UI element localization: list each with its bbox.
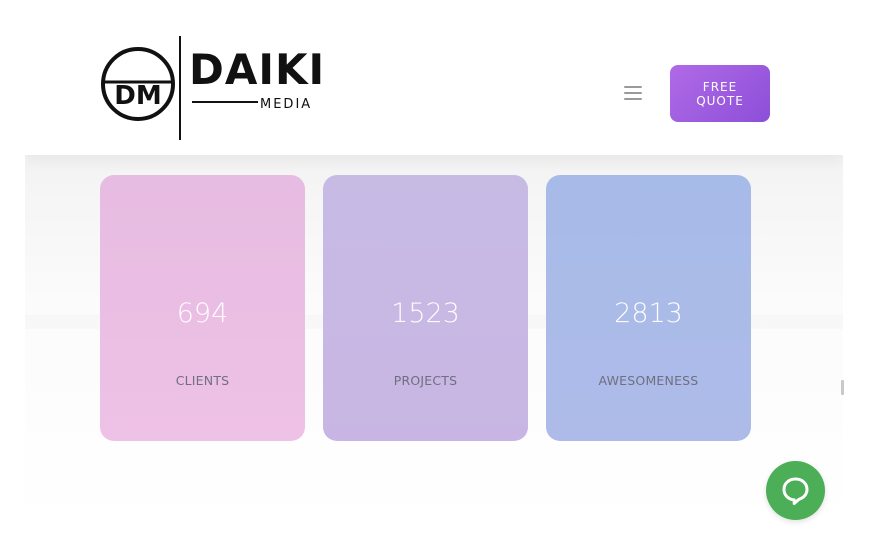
stat-card-projects: 1523 PROJECTS (323, 175, 528, 441)
scrollbar-thumb[interactable] (841, 380, 844, 395)
site-header: DM DAIKI MEDIA FREE QUOTE (25, 0, 843, 155)
stat-label: AWESOMENESS (598, 373, 699, 388)
chat-bubble-icon (782, 477, 809, 505)
logo-brand: DAIKI (189, 45, 325, 94)
daiki-media-logo[interactable]: DM DAIKI MEDIA (100, 34, 340, 144)
stat-value: 694 (176, 298, 229, 329)
free-quote-line-2: QUOTE (696, 93, 744, 108)
stat-value: 2813 (614, 298, 683, 329)
logo-monogram: DM (114, 81, 161, 111)
free-quote-line-1: FREE (702, 79, 738, 94)
stat-card-clients: 694 CLIENTS (100, 175, 305, 441)
stat-value: 1523 (391, 298, 460, 329)
stat-label: PROJECTS (393, 373, 458, 388)
stats-section: 694 CLIENTS 1523 PROJECTS 2813 AWESOMENE… (25, 155, 843, 520)
stat-label: CLIENTS (175, 373, 230, 388)
logo-tagline: MEDIA (260, 97, 312, 112)
page: DM DAIKI MEDIA FREE QUOTE 694 CLIENTS 15… (25, 0, 843, 520)
free-quote-button[interactable]: FREE QUOTE (670, 65, 770, 122)
hamburger-menu-icon[interactable] (624, 86, 642, 100)
chat-button[interactable] (766, 461, 825, 520)
stat-card-awesomeness: 2813 AWESOMENESS (546, 175, 751, 441)
